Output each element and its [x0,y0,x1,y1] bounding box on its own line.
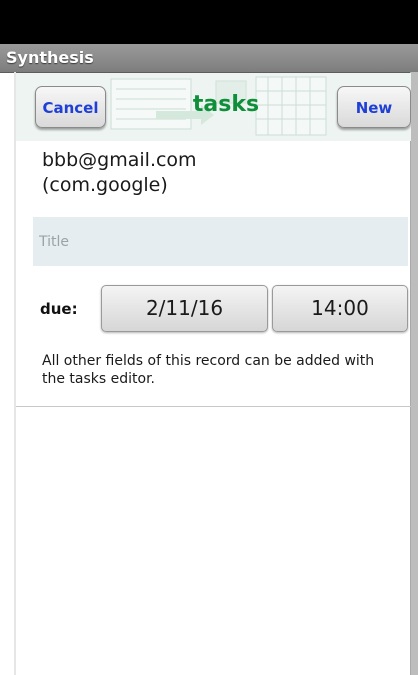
divider [16,406,411,407]
account-email: bbb@gmail.com [42,149,197,171]
tasks-header: Cancel tasks New [16,73,411,141]
account-info: bbb@gmail.com (com.google) [42,148,197,198]
screen: Synthesis Cancel tasks New bbb@gmail.com… [0,0,418,675]
app-titlebar: Synthesis [0,44,418,73]
due-label: due: [40,300,78,318]
account-provider: (com.google) [42,174,168,196]
page-title: tasks [192,92,260,117]
scrollbar-track [410,72,418,675]
due-time-button[interactable]: 14:00 [272,285,408,332]
new-button[interactable]: New [337,86,411,128]
due-date-button[interactable]: 2/11/16 [101,285,268,332]
cancel-button[interactable]: Cancel [35,86,106,128]
title-input[interactable] [33,217,408,266]
editor-note: All other fields of this record can be a… [42,353,375,387]
left-frame-edge [14,72,16,675]
app-title: Synthesis [6,48,94,67]
status-bar [0,0,418,44]
